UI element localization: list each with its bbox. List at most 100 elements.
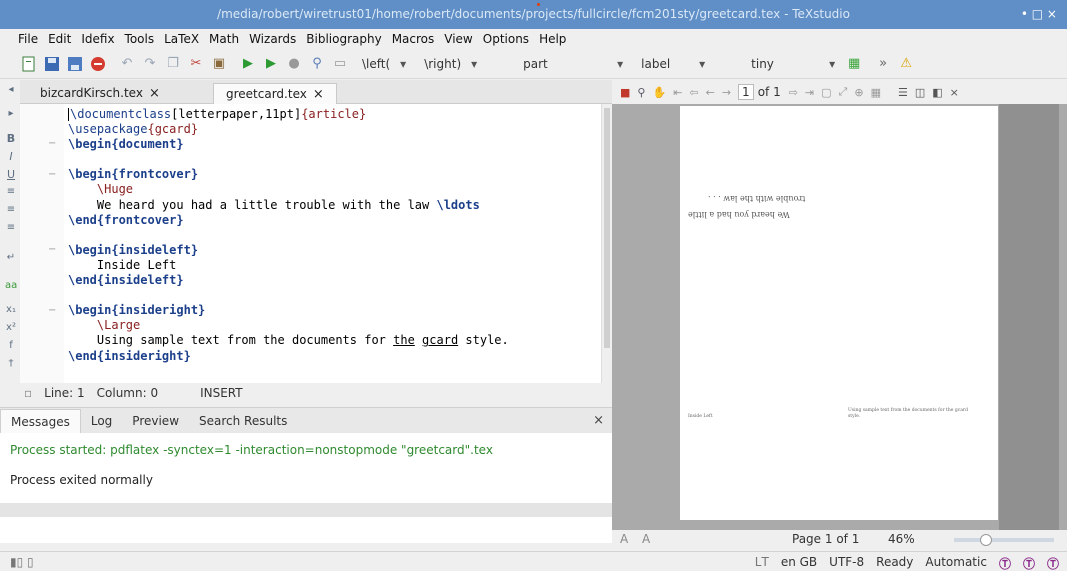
tab-search-results[interactable]: Search Results — [189, 409, 297, 433]
page-number-field[interactable]: 1 — [738, 84, 754, 100]
part-combo[interactable]: part ▾ — [523, 57, 623, 71]
preview-tool-icon[interactable]: A — [620, 532, 628, 546]
float-icon[interactable]: ◧ — [932, 86, 942, 99]
italic-icon[interactable]: I — [5, 150, 17, 163]
symbol-icon[interactable]: † — [5, 358, 17, 370]
spellcheck-icon[interactable]: ⅬT — [755, 555, 769, 571]
menu-tools[interactable]: Tools — [125, 32, 155, 46]
panel-toggle-icon[interactable]: ▮▯ ▯ — [10, 555, 34, 569]
tab-preview[interactable]: Preview — [122, 409, 189, 433]
forward-icon[interactable]: → — [722, 86, 731, 99]
paste-icon[interactable]: ▣ — [210, 55, 228, 73]
menu-help[interactable]: Help — [539, 32, 566, 46]
fold-marker[interactable]: − — [48, 244, 56, 255]
fold-marker[interactable]: − — [48, 305, 56, 316]
encoding-indicator[interactable]: UTF-8 — [829, 555, 864, 571]
menu-latex[interactable]: LaTeX — [164, 32, 199, 46]
fold-marker[interactable]: − — [48, 169, 56, 180]
tab-greetcard[interactable]: greetcard.tex × — [213, 83, 337, 104]
scrollbar-thumb[interactable] — [604, 108, 610, 348]
fold-marker[interactable]: − — [48, 138, 56, 149]
align-right-icon[interactable]: ≡ — [5, 222, 17, 234]
undo-icon[interactable]: ↶ — [118, 55, 136, 73]
prev-page-icon[interactable]: ⇦ — [689, 86, 698, 99]
font-size-icon[interactable]: aa — [5, 280, 17, 292]
preview-tool-icon[interactable]: A — [642, 532, 650, 546]
menu-bibliography[interactable]: Bibliography — [306, 32, 381, 46]
redo-icon[interactable]: ↷ — [141, 55, 159, 73]
align-left-icon[interactable]: ≡ — [5, 186, 17, 198]
underline-icon[interactable]: U — [5, 168, 17, 181]
build-view-icon[interactable]: ▶ — [239, 55, 257, 73]
view-icon[interactable]: ⚲ — [308, 55, 326, 73]
cut-icon[interactable]: ✂ — [187, 55, 205, 73]
menu-file[interactable]: File — [18, 32, 38, 46]
menu-view[interactable]: View — [444, 32, 472, 46]
back-icon[interactable]: ← — [706, 86, 715, 99]
editor-scrollbar[interactable] — [601, 104, 612, 383]
close-icon[interactable]: × — [593, 413, 604, 428]
code-token: {frontcover} — [111, 167, 199, 182]
compile-mode[interactable]: Automatic — [925, 555, 987, 571]
align-center-icon[interactable]: ≡ — [5, 204, 17, 216]
warning-icon[interactable]: ⚠ — [897, 55, 915, 73]
arrow-right-icon[interactable]: ▸ — [5, 108, 17, 120]
menu-wizards[interactable]: Wizards — [249, 32, 296, 46]
zoom-icon[interactable]: ⊕ — [854, 86, 863, 99]
close-document-icon[interactable] — [89, 55, 107, 73]
save-icon[interactable] — [43, 55, 61, 73]
first-page-icon[interactable]: ⇤ — [673, 86, 682, 99]
new-file-icon[interactable] — [20, 55, 38, 73]
preview-canvas[interactable]: trouble with the law . . . We heard you … — [612, 104, 1067, 530]
list-icon[interactable]: ☰ — [898, 86, 908, 99]
close-icon[interactable]: × — [950, 86, 959, 99]
copy-icon[interactable]: ❐ — [164, 55, 182, 73]
messages-scrollbar[interactable] — [0, 503, 612, 517]
tex-icon[interactable]: Ⓣ — [999, 555, 1011, 571]
save-all-icon[interactable] — [66, 55, 84, 73]
left-delimiter-combo[interactable]: \left(▾ — [362, 57, 406, 71]
log-icon[interactable]: ▭ — [331, 55, 349, 73]
close-icon[interactable]: × — [149, 86, 160, 101]
menu-macros[interactable]: Macros — [392, 32, 435, 46]
superscript-icon[interactable]: x² — [5, 322, 17, 334]
label-combo[interactable]: label ▾ — [641, 57, 705, 71]
slider-knob[interactable] — [980, 534, 993, 546]
zoom-slider[interactable] — [954, 534, 1054, 546]
bold-icon[interactable]: B — [5, 132, 17, 145]
menu-options[interactable]: Options — [483, 32, 529, 46]
right-delimiter-combo[interactable]: \right) ▾ — [424, 57, 477, 71]
fit-page-icon[interactable]: ⤢ — [839, 85, 848, 99]
bookmark-icon[interactable]: ■ — [620, 86, 630, 99]
tab-log[interactable]: Log — [81, 409, 122, 433]
window-controls[interactable]: • □ × — [1021, 0, 1057, 29]
size-combo[interactable]: tiny ▾ — [751, 57, 835, 71]
grid-icon[interactable]: ▦ — [871, 86, 881, 99]
close-icon[interactable]: × — [313, 87, 324, 102]
newline-icon[interactable]: ↵ — [5, 252, 17, 264]
arrow-left-icon[interactable]: ◂ — [5, 84, 17, 96]
menu-edit[interactable]: Edit — [48, 32, 71, 46]
compile-icon[interactable]: ▶ — [262, 55, 280, 73]
hand-icon[interactable]: ✋ — [652, 86, 666, 99]
menu-math[interactable]: Math — [209, 32, 239, 46]
subscript-icon[interactable]: x₁ — [5, 304, 17, 316]
stop-icon[interactable]: ● — [285, 55, 303, 73]
tex-icon[interactable]: Ⓣ — [1047, 555, 1059, 571]
last-page-icon[interactable]: ⇥ — [805, 86, 814, 99]
chevron-down-icon: ▾ — [400, 56, 407, 71]
next-page-icon[interactable]: ⇨ — [789, 86, 798, 99]
tex-icon[interactable]: Ⓣ — [1023, 555, 1035, 571]
search-icon[interactable]: ⚲ — [637, 86, 645, 99]
menu-idefix[interactable]: Idefix — [81, 32, 114, 46]
more-icon[interactable]: » — [874, 55, 892, 73]
tab-bizcardkirsch[interactable]: bizcardKirsch.tex × — [28, 83, 172, 104]
tab-messages[interactable]: Messages — [0, 408, 81, 433]
fit-width-icon[interactable]: ▢ — [821, 86, 831, 99]
code-text[interactable]: \documentclass[letterpaper,11pt]{article… — [68, 107, 509, 364]
code-editor[interactable]: − − − − \documentclass[letterpaper,11pt]… — [20, 104, 612, 383]
table-icon[interactable]: ▦ — [845, 55, 863, 73]
window-icon[interactable]: ◫ — [915, 86, 925, 99]
function-icon[interactable]: f — [5, 340, 17, 352]
language-indicator[interactable]: en GB — [781, 555, 817, 571]
